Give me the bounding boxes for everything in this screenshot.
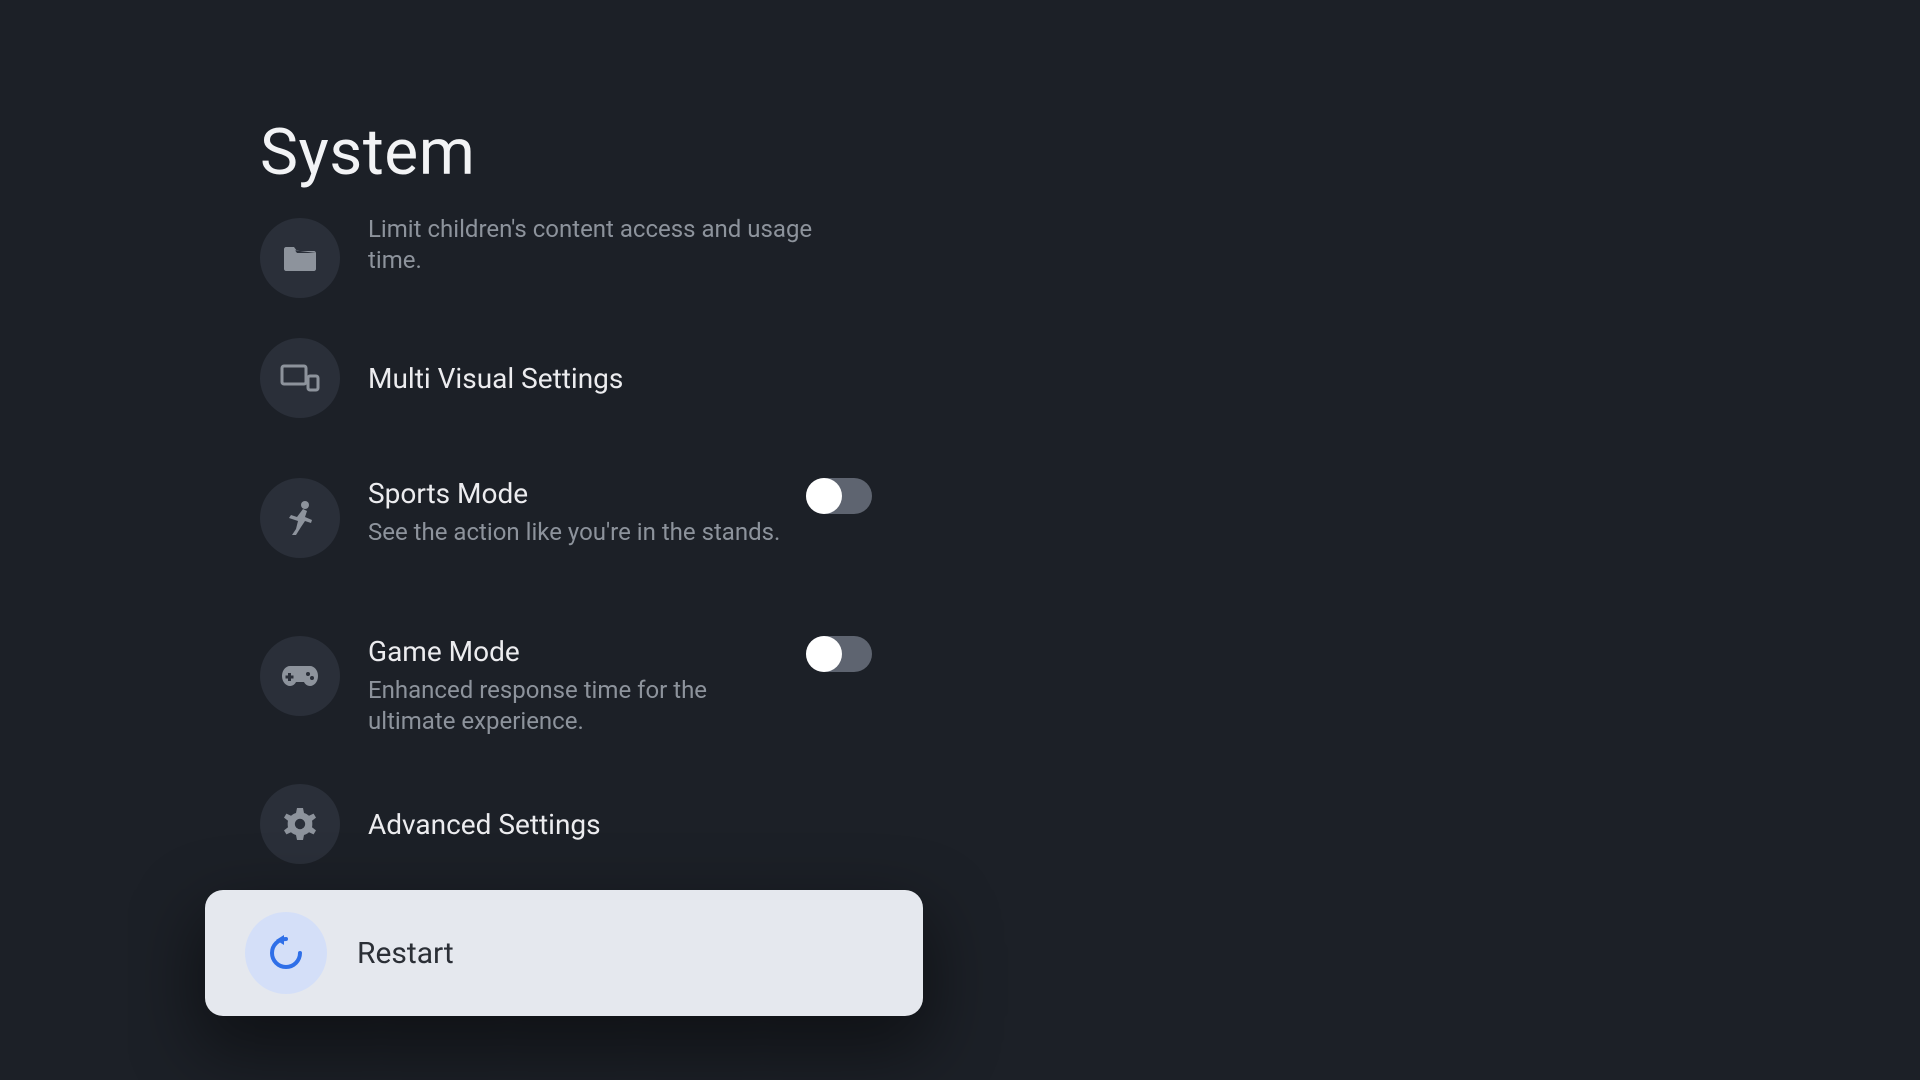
parental-desc: Limit children's content access and usag…: [368, 214, 838, 276]
list-item-advanced-settings[interactable]: Advanced Settings: [260, 784, 880, 864]
gear-icon: [260, 784, 340, 864]
list-item-multi-visual[interactable]: Multi Visual Settings: [260, 338, 880, 418]
folder-icon: [260, 218, 340, 298]
game-mode-toggle[interactable]: [806, 636, 872, 672]
game-mode-title: Game Mode: [368, 634, 786, 669]
list-item-game-mode[interactable]: Game Mode Enhanced response time for the…: [260, 636, 880, 724]
system-settings-page: System Limit children's content access a…: [0, 0, 1920, 1080]
sports-mode-desc: See the action like you're in the stands…: [368, 517, 786, 548]
list-item-restart-selected[interactable]: Restart: [205, 890, 923, 1016]
page-title: System: [260, 115, 475, 190]
restart-icon: [245, 912, 327, 994]
restart-title: Restart: [357, 936, 454, 971]
multi-visual-title: Multi Visual Settings: [368, 361, 880, 396]
running-person-icon: [260, 478, 340, 558]
gamepad-icon: [260, 636, 340, 716]
sports-mode-toggle[interactable]: [806, 478, 872, 514]
list-item-sports-mode[interactable]: Sports Mode See the action like you're i…: [260, 478, 880, 566]
sports-mode-title: Sports Mode: [368, 476, 786, 511]
multi-display-icon: [260, 338, 340, 418]
advanced-settings-title: Advanced Settings: [368, 807, 880, 842]
game-mode-desc: Enhanced response time for the ultimate …: [368, 675, 786, 737]
list-item-parental-cropped[interactable]: Limit children's content access and usag…: [260, 208, 880, 298]
